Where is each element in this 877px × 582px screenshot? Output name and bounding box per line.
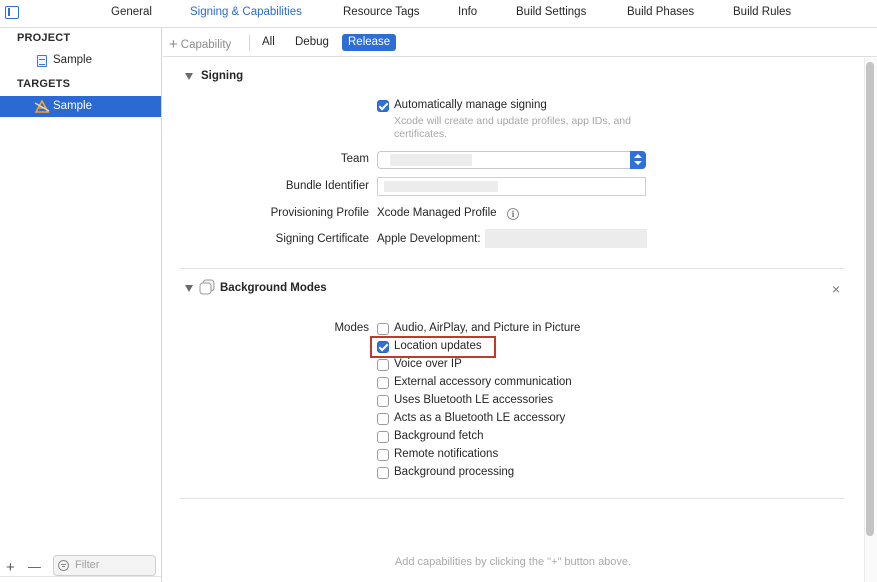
auto-manage-signing-checkbox[interactable] (377, 100, 389, 112)
provisioning-profile-label: Provisioning Profile (270, 207, 369, 219)
tab-build-rules[interactable]: Build Rules (733, 0, 791, 26)
project-heading: PROJECT (17, 32, 71, 44)
scrollbar-thumb[interactable] (866, 62, 874, 536)
tab-resource-tags[interactable]: Resource Tags (343, 0, 420, 26)
mode-audio-label: Audio, AirPlay, and Picture in Picture (394, 322, 581, 334)
targets-heading: TARGETS (17, 78, 71, 90)
certificate-name-redacted (485, 229, 647, 248)
auto-manage-signing-help: Xcode will create and update profiles, a… (394, 115, 631, 140)
bundle-identifier-field[interactable] (377, 177, 646, 196)
signing-disclosure-icon[interactable] (185, 73, 193, 80)
mode-ble-central-label: Uses Bluetooth LE accessories (394, 394, 554, 406)
filter-debug-button[interactable]: Debug (289, 34, 335, 51)
bundle-value-redacted (384, 181, 498, 192)
mode-audio-checkbox[interactable] (377, 323, 389, 335)
toolbar-divider (249, 35, 250, 51)
filter-all-button[interactable]: All (256, 34, 281, 51)
target-item-label: Sample (53, 100, 92, 112)
signing-certificate-value: Apple Development: (377, 233, 481, 245)
capabilities-toolbar: + Capability All Debug Release (163, 29, 877, 57)
add-target-button[interactable]: + (6, 560, 15, 575)
mode-remote-notifications-label: Remote notifications (394, 448, 499, 460)
background-modes-disclosure-icon[interactable] (185, 285, 193, 292)
mode-remote-notifications-checkbox[interactable] (377, 449, 389, 461)
filter-release-button[interactable]: Release (342, 34, 397, 51)
remove-background-modes-button[interactable]: × (832, 282, 840, 296)
modes-label: Modes (334, 322, 369, 334)
popup-arrows-icon (630, 151, 646, 169)
sidebar-toggle-icon[interactable] (5, 6, 19, 19)
mode-background-processing-checkbox[interactable] (377, 467, 389, 479)
project-navigator: PROJECT Sample TARGETS Sample + — Filter (0, 28, 162, 582)
project-item-label: Sample (53, 54, 92, 66)
navigator-bottom-divider (0, 576, 161, 577)
team-popup[interactable] (377, 151, 646, 169)
tab-build-settings[interactable]: Build Settings (516, 0, 586, 26)
background-modes-title: Background Modes (220, 282, 327, 294)
add-capability-button[interactable]: + Capability (169, 36, 231, 53)
auto-manage-signing-label: Automatically manage signing (394, 99, 547, 111)
mode-voip-checkbox[interactable] (377, 359, 389, 371)
provisioning-profile-value: Xcode Managed Profile (377, 207, 497, 219)
bundle-identifier-label: Bundle Identifier (285, 180, 369, 192)
add-capabilities-hint: Add capabilities by clicking the "+" but… (394, 556, 632, 568)
mode-background-fetch-label: Background fetch (394, 430, 484, 442)
tab-signing-capabilities[interactable]: Signing & Capabilities (190, 0, 302, 26)
remove-target-button[interactable]: — (28, 559, 41, 574)
signing-certificate-label: Signing Certificate (275, 233, 369, 245)
target-item-sample[interactable]: Sample (0, 96, 161, 117)
info-icon[interactable]: i (507, 208, 519, 220)
section-divider (180, 268, 844, 269)
mode-background-fetch-checkbox[interactable] (377, 431, 389, 443)
project-item-sample[interactable]: Sample (0, 50, 161, 71)
mode-voip-label: Voice over IP (394, 358, 462, 370)
add-capability-label: Capability (180, 39, 232, 51)
mode-external-accessory-label: External accessory communication (394, 376, 572, 388)
location-updates-highlight (370, 336, 496, 358)
tab-build-phases[interactable]: Build Phases (627, 0, 694, 26)
mode-ble-central-checkbox[interactable] (377, 395, 389, 407)
mode-ble-peripheral-checkbox[interactable] (377, 413, 389, 425)
team-label: Team (340, 153, 369, 165)
mode-ble-peripheral-label: Acts as a Bluetooth LE accessory (394, 412, 566, 424)
tab-info[interactable]: Info (458, 0, 477, 26)
capabilities-editor: Signing Automatically manage signing Xco… (163, 58, 877, 582)
signing-section-title: Signing (201, 70, 244, 82)
mode-background-processing-label: Background processing (394, 466, 515, 478)
filter-placeholder: Filter (75, 559, 100, 571)
project-file-icon (37, 55, 47, 67)
navigator-filter-field[interactable]: Filter (53, 555, 156, 576)
app-target-icon (34, 100, 50, 113)
plus-icon: + (169, 36, 178, 53)
mode-external-accessory-checkbox[interactable] (377, 377, 389, 389)
background-modes-icon (199, 279, 215, 295)
section-divider-bottom (180, 498, 844, 499)
tab-general[interactable]: General (111, 0, 152, 26)
editor-tab-bar: General Signing & Capabilities Resource … (0, 0, 877, 28)
filter-icon (58, 560, 69, 571)
team-value-redacted (390, 154, 472, 166)
